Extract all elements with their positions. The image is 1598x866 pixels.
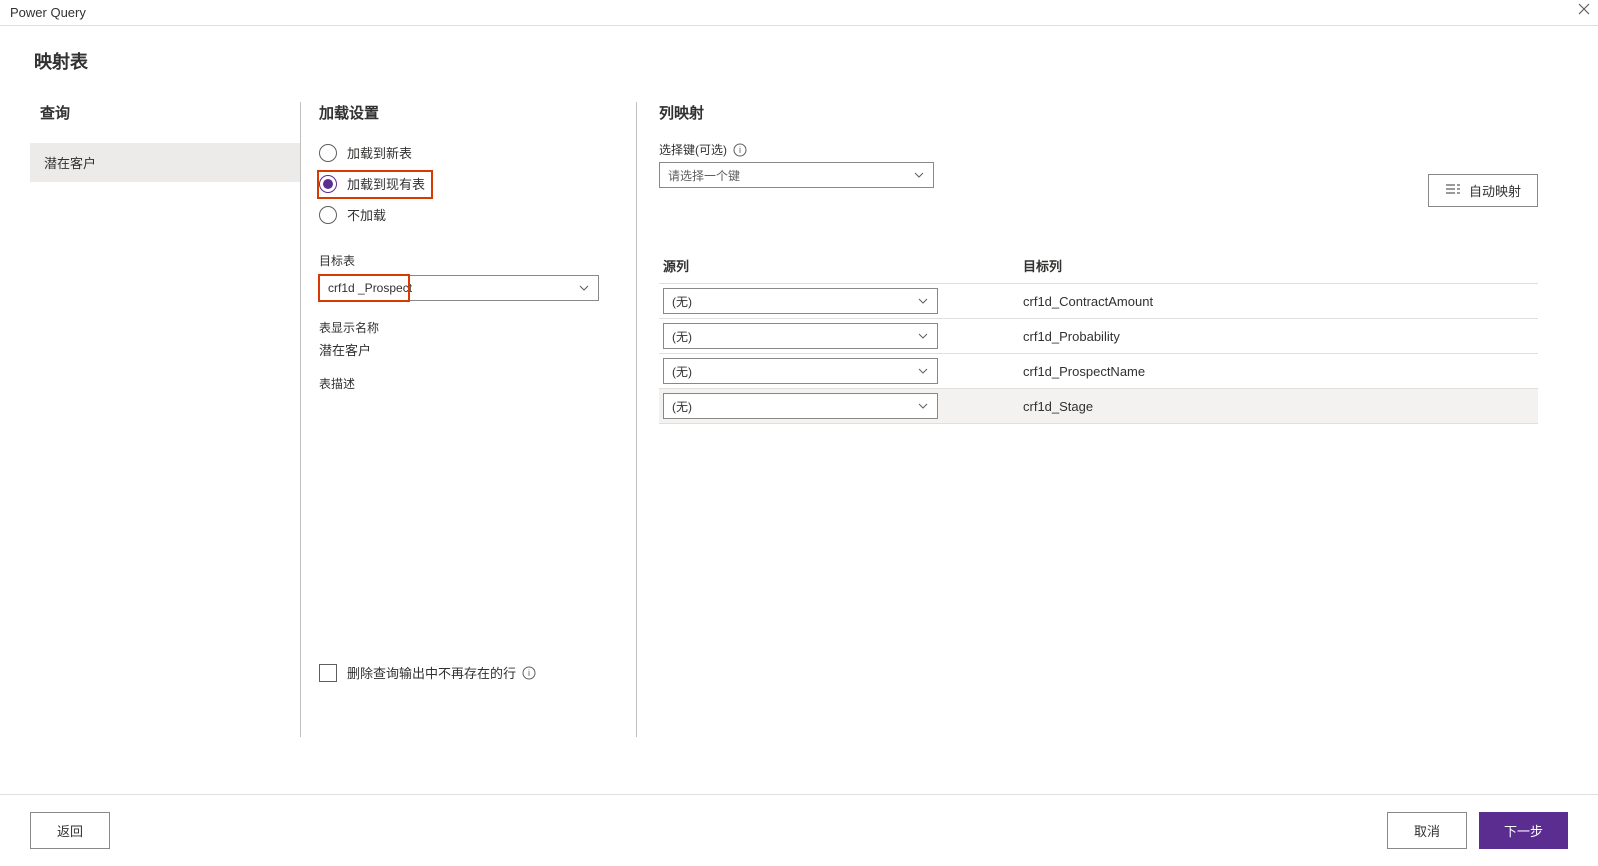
mapping-row: (无) crf1d_ProspectName	[659, 354, 1538, 389]
radio-icon	[319, 206, 337, 224]
target-column: crf1d_Probability	[1019, 329, 1538, 344]
delete-rows-label: 删除查询输出中不再存在的行	[347, 663, 516, 682]
cancel-button[interactable]: 取消	[1387, 812, 1467, 849]
chevron-down-icon	[917, 365, 929, 377]
radio-load-new[interactable]: 加载到新表	[319, 141, 616, 164]
target-table-select[interactable]: crf1d _Prospect	[319, 275, 599, 301]
info-icon[interactable]: i	[733, 143, 747, 157]
source-column-select[interactable]: (无)	[663, 358, 938, 384]
query-item[interactable]: 潜在客户	[30, 143, 300, 182]
source-column-select[interactable]: (无)	[663, 288, 938, 314]
delete-rows-checkbox[interactable]: 删除查询输出中不再存在的行 i	[319, 663, 616, 682]
info-icon[interactable]: i	[522, 666, 536, 680]
footer: 返回 取消 下一步	[0, 794, 1598, 866]
back-button[interactable]: 返回	[30, 812, 110, 849]
mapping-row: (无) crf1d_Stage	[659, 389, 1538, 424]
columns: 查询 潜在客户 加载设置 加载到新表 加载到现有表	[30, 102, 1568, 742]
column-mapping-panel: 列映射 选择键(可选) i 请选择一个键	[637, 102, 1568, 742]
radio-load-existing[interactable]: 加载到现有表	[319, 172, 431, 195]
load-heading: 加载设置	[319, 102, 616, 123]
load-settings-panel: 加载设置 加载到新表 加载到现有表 不加载 目标	[301, 102, 636, 742]
target-table-label: 目标表	[319, 252, 616, 269]
auto-map-button[interactable]: 自动映射	[1428, 174, 1538, 207]
radio-icon	[319, 175, 337, 193]
auto-map-icon	[1445, 182, 1461, 199]
source-value: (无)	[672, 328, 692, 345]
desc-label: 表描述	[319, 375, 616, 392]
display-name-value: 潜在客户	[319, 340, 616, 359]
close-icon[interactable]	[1578, 2, 1590, 20]
chevron-down-icon	[917, 330, 929, 342]
svg-text:i: i	[528, 668, 530, 678]
source-column-select[interactable]: (无)	[663, 393, 938, 419]
display-name-label: 表显示名称	[319, 319, 616, 336]
target-column: crf1d_Stage	[1019, 399, 1538, 414]
target-column: crf1d_ContractAmount	[1019, 294, 1538, 309]
load-radio-group: 加载到新表 加载到现有表 不加载	[319, 141, 616, 234]
queries-panel: 查询 潜在客户	[30, 102, 300, 742]
chevron-down-icon	[913, 169, 925, 181]
select-key-dropdown[interactable]: 请选择一个键	[659, 162, 934, 188]
mapping-row: (无) crf1d_ContractAmount	[659, 284, 1538, 319]
target-column: crf1d_ProspectName	[1019, 364, 1538, 379]
mapping-table-header: 源列 目标列	[659, 248, 1538, 284]
titlebar: Power Query	[0, 0, 1598, 26]
checkbox-icon	[319, 664, 337, 682]
header-target: 目标列	[1019, 256, 1538, 275]
mapping-table: 源列 目标列 (无) crf1d_ContractAmount	[659, 248, 1538, 424]
source-column-select[interactable]: (无)	[663, 323, 938, 349]
mapping-row: (无) crf1d_Probability	[659, 319, 1538, 354]
chevron-down-icon	[917, 295, 929, 307]
queries-heading: 查询	[30, 102, 300, 123]
page-body: 映射表 查询 潜在客户 加载设置 加载到新表 加载到现有表	[0, 26, 1598, 760]
target-table-value: crf1d _Prospect	[328, 281, 412, 295]
radio-label: 加载到新表	[347, 143, 412, 162]
svg-text:i: i	[739, 145, 741, 155]
source-value: (无)	[672, 363, 692, 380]
page-title: 映射表	[30, 48, 1568, 74]
source-value: (无)	[672, 398, 692, 415]
auto-map-label: 自动映射	[1469, 181, 1521, 200]
source-value: (无)	[672, 293, 692, 310]
window-title: Power Query	[10, 5, 86, 20]
select-key-placeholder: 请选择一个键	[668, 167, 740, 184]
map-heading: 列映射	[659, 102, 1568, 123]
radio-icon	[319, 144, 337, 162]
next-button[interactable]: 下一步	[1479, 812, 1568, 849]
chevron-down-icon	[917, 400, 929, 412]
select-key-label: 选择键(可选)	[659, 141, 727, 158]
header-source: 源列	[659, 256, 1019, 275]
radio-load-none[interactable]: 不加载	[319, 203, 616, 226]
radio-label: 不加载	[347, 205, 386, 224]
radio-label: 加载到现有表	[347, 174, 425, 193]
chevron-down-icon	[578, 282, 590, 294]
